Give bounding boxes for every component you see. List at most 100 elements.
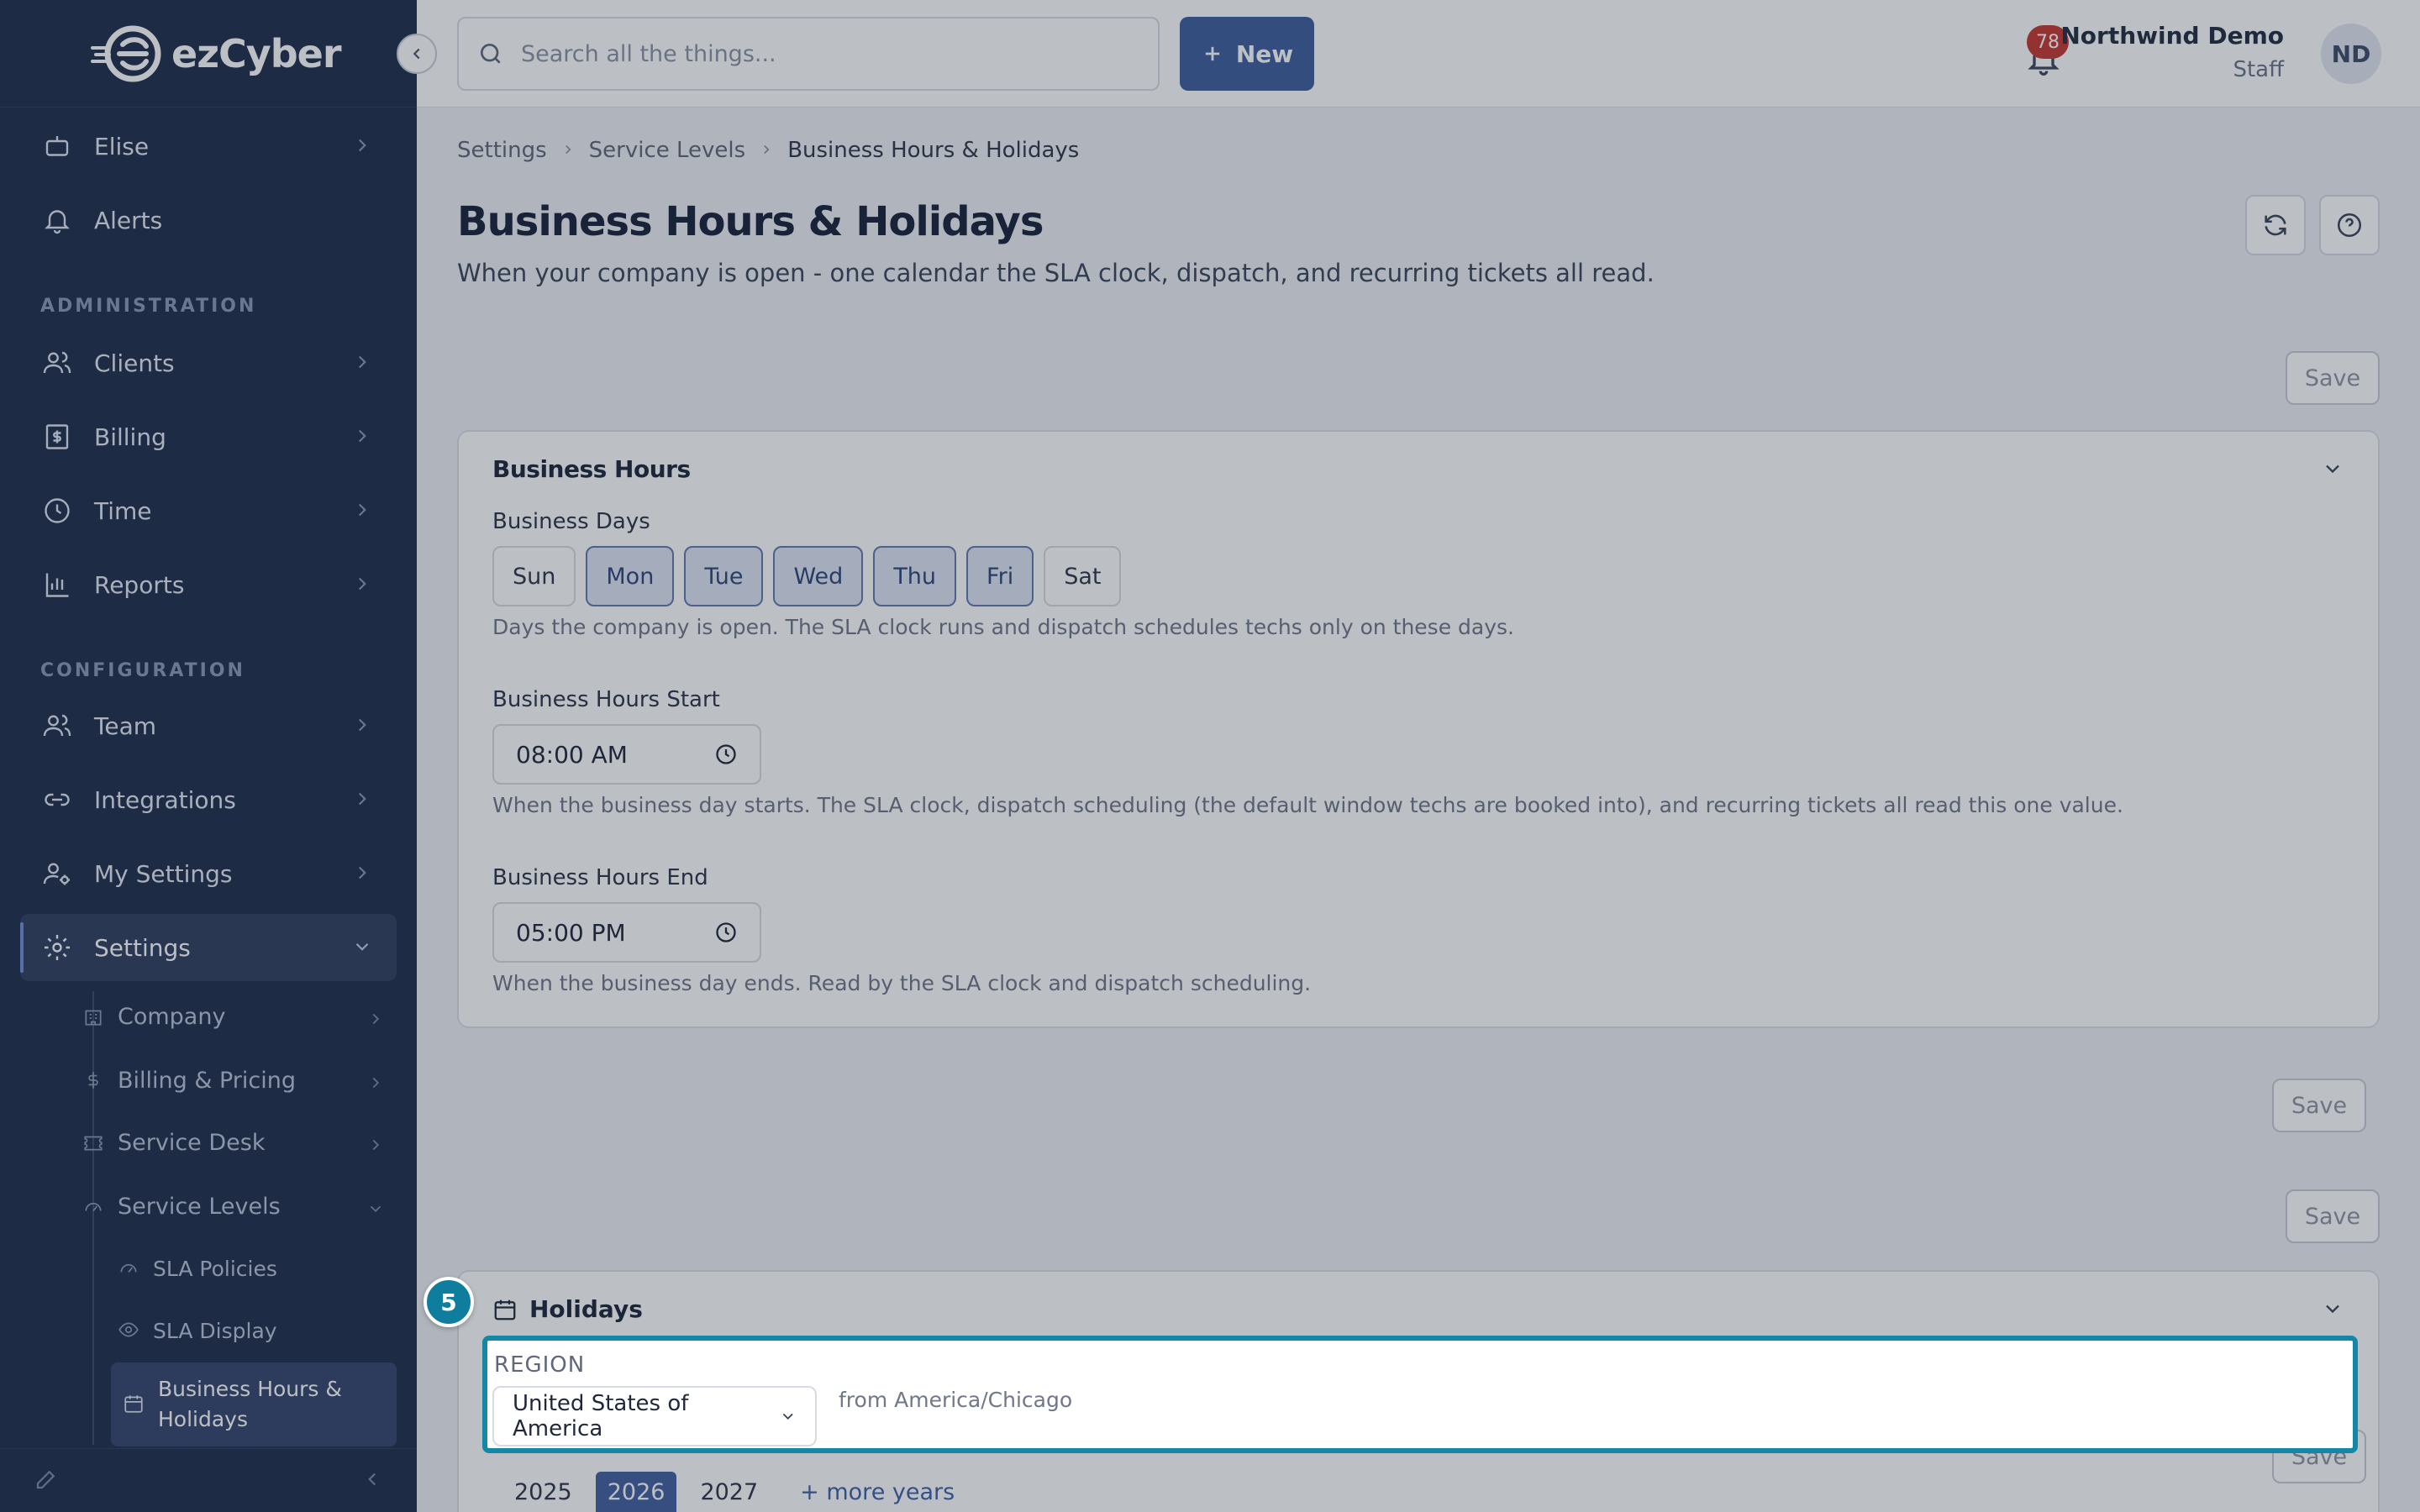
chevron-down-icon [366,1198,385,1224]
holidays-header: Holidays [492,1295,643,1323]
sidebar-item-settings[interactable]: Settings [20,914,397,981]
sidebar-footer [0,1448,417,1512]
new-button-label: New [1235,39,1294,68]
page-title: Business Hours & Holidays [457,198,1044,245]
sidebar-sub-item-label: Billing & Pricing [118,1067,297,1094]
gear-icon [40,931,74,964]
receipt-icon [40,420,74,454]
sidebar-item-alerts[interactable]: Alerts [20,186,397,254]
avatar[interactable]: ND [2321,24,2381,84]
day-toggle-thu[interactable]: Thu [873,546,957,606]
region-select-value: United States of America [513,1391,689,1441]
breadcrumb-current: Business Hours & Holidays [787,138,1080,163]
plus-icon [1205,46,1220,61]
chevron-right-icon [351,788,373,816]
logo-text: ezCyber [171,30,342,76]
pencil-icon[interactable] [34,1467,59,1495]
year-tabs: 2025 2026 2027 + more years [502,1472,966,1512]
day-toggle-sun[interactable]: Sun [492,546,576,606]
users-icon [40,709,74,743]
ezcyber-logo-icon [91,25,161,81]
chevron-right-icon [560,138,576,163]
gauge-icon [81,1194,106,1219]
business-days-help: Days the company is open. The SLA clock … [492,615,1514,639]
clock-icon[interactable] [714,921,738,944]
sidebar-sub-item-business-hours[interactable]: Business Hours & Holidays [111,1362,397,1446]
sidebar-item-label: Clients [94,349,175,377]
save-button-business-hours[interactable]: Save [2272,1079,2366,1132]
day-toggle-wed[interactable]: Wed [773,546,864,606]
sidebar-sub-item-label: SLA Display [153,1318,277,1343]
clock-icon[interactable] [714,743,738,766]
year-tab-2026[interactable]: 2026 [595,1472,677,1512]
business-hours-start-input[interactable]: 08:00 AM [492,724,761,785]
refresh-button[interactable] [2245,195,2306,255]
new-button[interactable]: New [1180,17,1314,91]
breadcrumb-service-levels[interactable]: Service Levels [589,138,746,163]
sidebar-item-label: Integrations [94,785,236,814]
sidebar-sub-item-sla-policies[interactable]: SLA Policies [118,1242,277,1295]
sidebar-item-label: Reports [94,570,185,599]
gauge-icon [118,1257,141,1280]
chevron-right-icon [759,138,774,163]
business-days-label: Business Days [492,509,650,534]
day-toggle-fri[interactable]: Fri [966,546,1034,606]
sidebar-item-clients[interactable]: Clients [20,329,397,396]
region-select[interactable]: United States of America [492,1386,817,1446]
top-bar: New 78 Northwind Demo Staff ND [417,0,2420,108]
business-hours-start-label: Business Hours Start [492,687,720,712]
sidebar-item-billing[interactable]: Billing [20,403,397,470]
business-hours-end-help: When the business day ends. Read by the … [492,971,1312,995]
sidebar-sub-item-company[interactable]: Company [81,990,400,1043]
day-toggle-mon[interactable]: Mon [586,546,675,606]
year-tab-2027[interactable]: 2027 [688,1472,770,1512]
logo[interactable]: ezCyber [0,0,417,108]
end-time-value: 05:00 PM [516,918,626,947]
chevron-right-icon [351,134,373,162]
search-box[interactable] [457,17,1160,91]
clock-icon [40,494,74,528]
holidays-title: Holidays [529,1295,643,1323]
business-hours-end-input[interactable]: 05:00 PM [492,902,761,963]
region-source-note: from America/Chicago [839,1388,1073,1412]
sidebar-sub-item-billing-pricing[interactable]: Billing & Pricing [81,1053,400,1107]
sidebar-sub-item-service-levels[interactable]: Service Levels [81,1179,400,1233]
chevron-right-icon [351,351,373,379]
chevron-down-icon[interactable] [2321,457,2344,484]
sidebar-toggle-button[interactable] [397,34,437,74]
sidebar-sub-item-service-desk[interactable]: Service Desk [81,1116,400,1169]
sidebar-item-label: My Settings [94,859,233,888]
day-toggle-tue[interactable]: Tue [684,546,764,606]
sidebar-item-team[interactable]: Team [20,692,397,759]
chevron-down-icon [351,936,373,963]
sidebar-item-label: Team [94,711,157,740]
users-icon [40,346,74,380]
sidebar-item-integrations[interactable]: Integrations [20,766,397,833]
sidebar-sub-item-label: SLA Policies [153,1256,277,1281]
section-label-configuration: CONFIGURATION [40,660,245,681]
sidebar-item-label: Billing [94,423,166,451]
sidebar-sub-item-label: Service Levels [118,1193,281,1220]
chevron-down-icon[interactable] [2321,1297,2344,1324]
sidebar-item-elise[interactable]: Elise [20,113,397,180]
search-input[interactable] [521,40,1143,67]
collapse-sidebar-icon[interactable] [361,1468,383,1494]
sidebar-item-label: Time [94,496,152,525]
sidebar-item-reports[interactable]: Reports [20,551,397,618]
sidebar-sub-item-label: Service Desk [118,1129,266,1156]
day-toggle-sat[interactable]: Sat [1044,546,1122,606]
refresh-icon [2265,214,2286,236]
business-hours-card: Business Hours Business Days Sun Mon Tue… [457,430,2380,1028]
sidebar-item-my-settings[interactable]: My Settings [20,840,397,907]
sidebar-item-time[interactable]: Time [20,477,397,544]
chevron-right-icon [366,1134,385,1160]
region-highlight: REGION United States of America from Ame… [482,1336,2358,1453]
save-button-top[interactable]: Save [2286,351,2380,405]
ticket-icon [81,1130,106,1155]
help-button[interactable] [2319,195,2380,255]
save-button-holidays-top[interactable]: Save [2286,1189,2380,1243]
breadcrumb-settings[interactable]: Settings [457,138,547,163]
more-years-link[interactable]: + more years [788,1472,966,1512]
year-tab-2025[interactable]: 2025 [502,1472,584,1512]
sidebar-sub-item-sla-display[interactable]: SLA Display [118,1304,277,1357]
